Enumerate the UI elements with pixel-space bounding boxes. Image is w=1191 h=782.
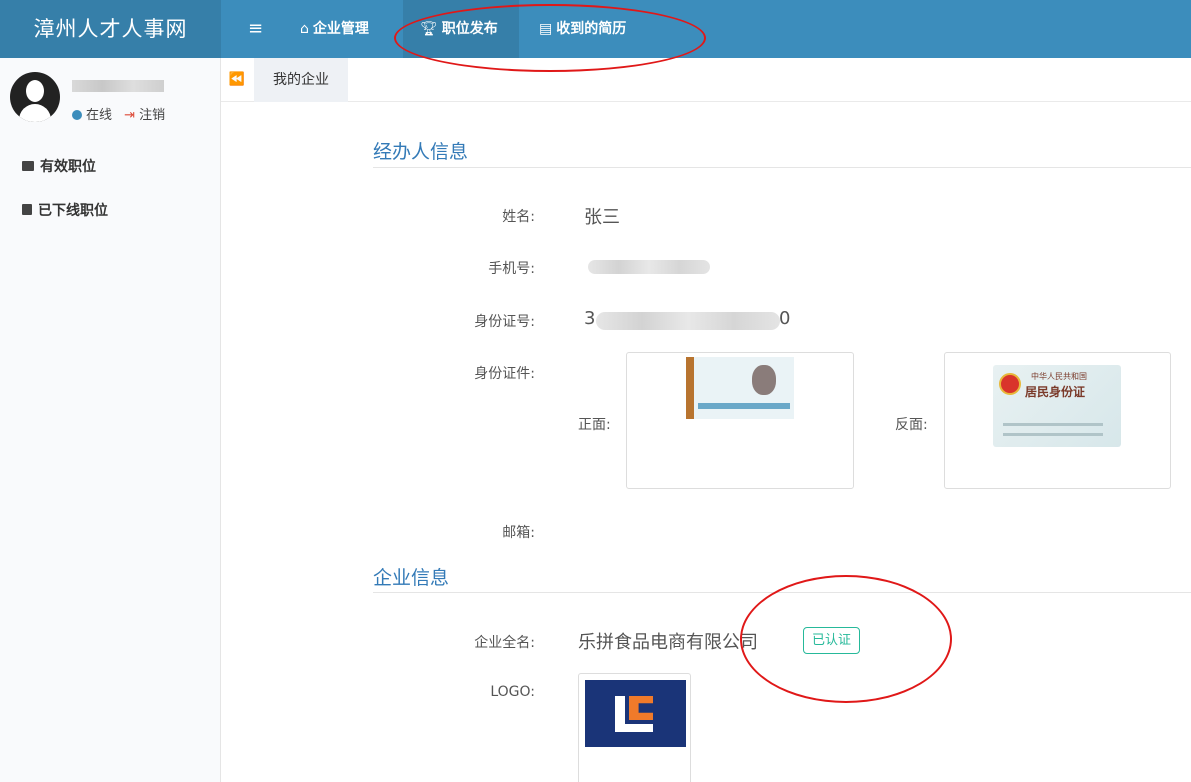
id-number-label: 身份证号: — [474, 314, 535, 330]
id-number-suffix: 0 — [779, 308, 791, 329]
id-back-country-text: 中华人民共和国 — [1031, 372, 1087, 381]
logout-link[interactable]: 注销 — [139, 108, 165, 123]
id-back-image-box[interactable]: 中华人民共和国 居民身份证 — [944, 352, 1171, 489]
national-emblem-icon — [999, 373, 1021, 395]
id-front-label: 正面: — [578, 417, 611, 433]
nav-job-posting[interactable]: 🏆︎ 职位发布 — [403, 0, 519, 58]
id-card-icon: ▤ — [539, 21, 553, 37]
nav-label: 职位发布 — [441, 21, 498, 37]
section-divider — [373, 167, 1191, 168]
id-back-label: 反面: — [895, 417, 928, 433]
company-logo-box[interactable] — [578, 673, 691, 782]
nav-label: 收到的简历 — [556, 21, 627, 37]
sidebar-item-label: 已下线职位 — [38, 203, 108, 219]
id-document-label: 身份证件: — [474, 366, 535, 382]
online-dot-icon — [72, 110, 82, 120]
nav-received-resumes[interactable]: ▤ 收到的简历 — [539, 0, 626, 58]
top-navbar: 漳州人才人事网 ≡ ⌂ 企业管理 🏆︎ 职位发布 ▤ 收到的简历 — [0, 0, 1191, 58]
sidebar-item-offline-jobs[interactable]: 已下线职位 — [22, 200, 108, 220]
id-back-title-text: 居民身份证 — [1025, 385, 1086, 399]
id-number-redacted — [596, 312, 780, 330]
trophy-icon: 🏆︎ — [420, 21, 438, 37]
id-card-front-image — [686, 357, 794, 419]
tab-my-enterprise[interactable]: 我的企业 — [254, 58, 348, 102]
id-number-prefix: 3 — [584, 308, 596, 329]
status-online-text: 在线 — [86, 108, 113, 123]
sign-out-icon[interactable]: ⇥ — [124, 108, 135, 123]
section-divider — [373, 592, 1191, 593]
logo-label: LOGO: — [490, 684, 535, 700]
company-name-value: 乐拼食品电商有限公司 — [578, 632, 758, 653]
tab-bar: ⏪ 我的企业 — [221, 58, 1191, 102]
phone-label: 手机号: — [488, 261, 535, 277]
avatar[interactable] — [10, 72, 60, 122]
tab-scroll-left-icon[interactable]: ⏪ — [221, 58, 253, 102]
section-title-company: 企业信息 — [373, 567, 450, 589]
section-title-agent: 经办人信息 — [373, 141, 469, 163]
name-label: 姓名: — [502, 209, 535, 225]
id-front-image-box[interactable] — [626, 352, 854, 489]
company-logo-image — [585, 680, 686, 747]
company-name-label: 企业全名: — [474, 635, 535, 651]
nav-label: 企业管理 — [312, 21, 369, 37]
user-status: 在线 ⇥ 注销 — [72, 104, 165, 123]
app-logo-title[interactable]: 漳州人才人事网 — [0, 0, 221, 58]
name-value: 张三 — [584, 207, 620, 228]
id-card-back-image: 中华人民共和国 居民身份证 — [993, 365, 1121, 447]
suitcase-icon — [22, 204, 32, 215]
email-label: 邮箱: — [502, 525, 535, 541]
briefcase-icon — [22, 161, 34, 171]
sidebar: 在线 ⇥ 注销 有效职位 已下线职位 — [0, 58, 221, 782]
sidebar-item-active-jobs[interactable]: 有效职位 — [22, 156, 96, 176]
verified-badge: 已认证 — [803, 627, 860, 654]
home-icon: ⌂ — [300, 21, 309, 37]
menu-toggle-icon[interactable]: ≡ — [248, 0, 263, 58]
username-redacted — [72, 80, 164, 92]
nav-enterprise-management[interactable]: ⌂ 企业管理 — [300, 0, 369, 58]
sidebar-item-label: 有效职位 — [40, 159, 96, 175]
phone-value-redacted — [588, 260, 710, 274]
